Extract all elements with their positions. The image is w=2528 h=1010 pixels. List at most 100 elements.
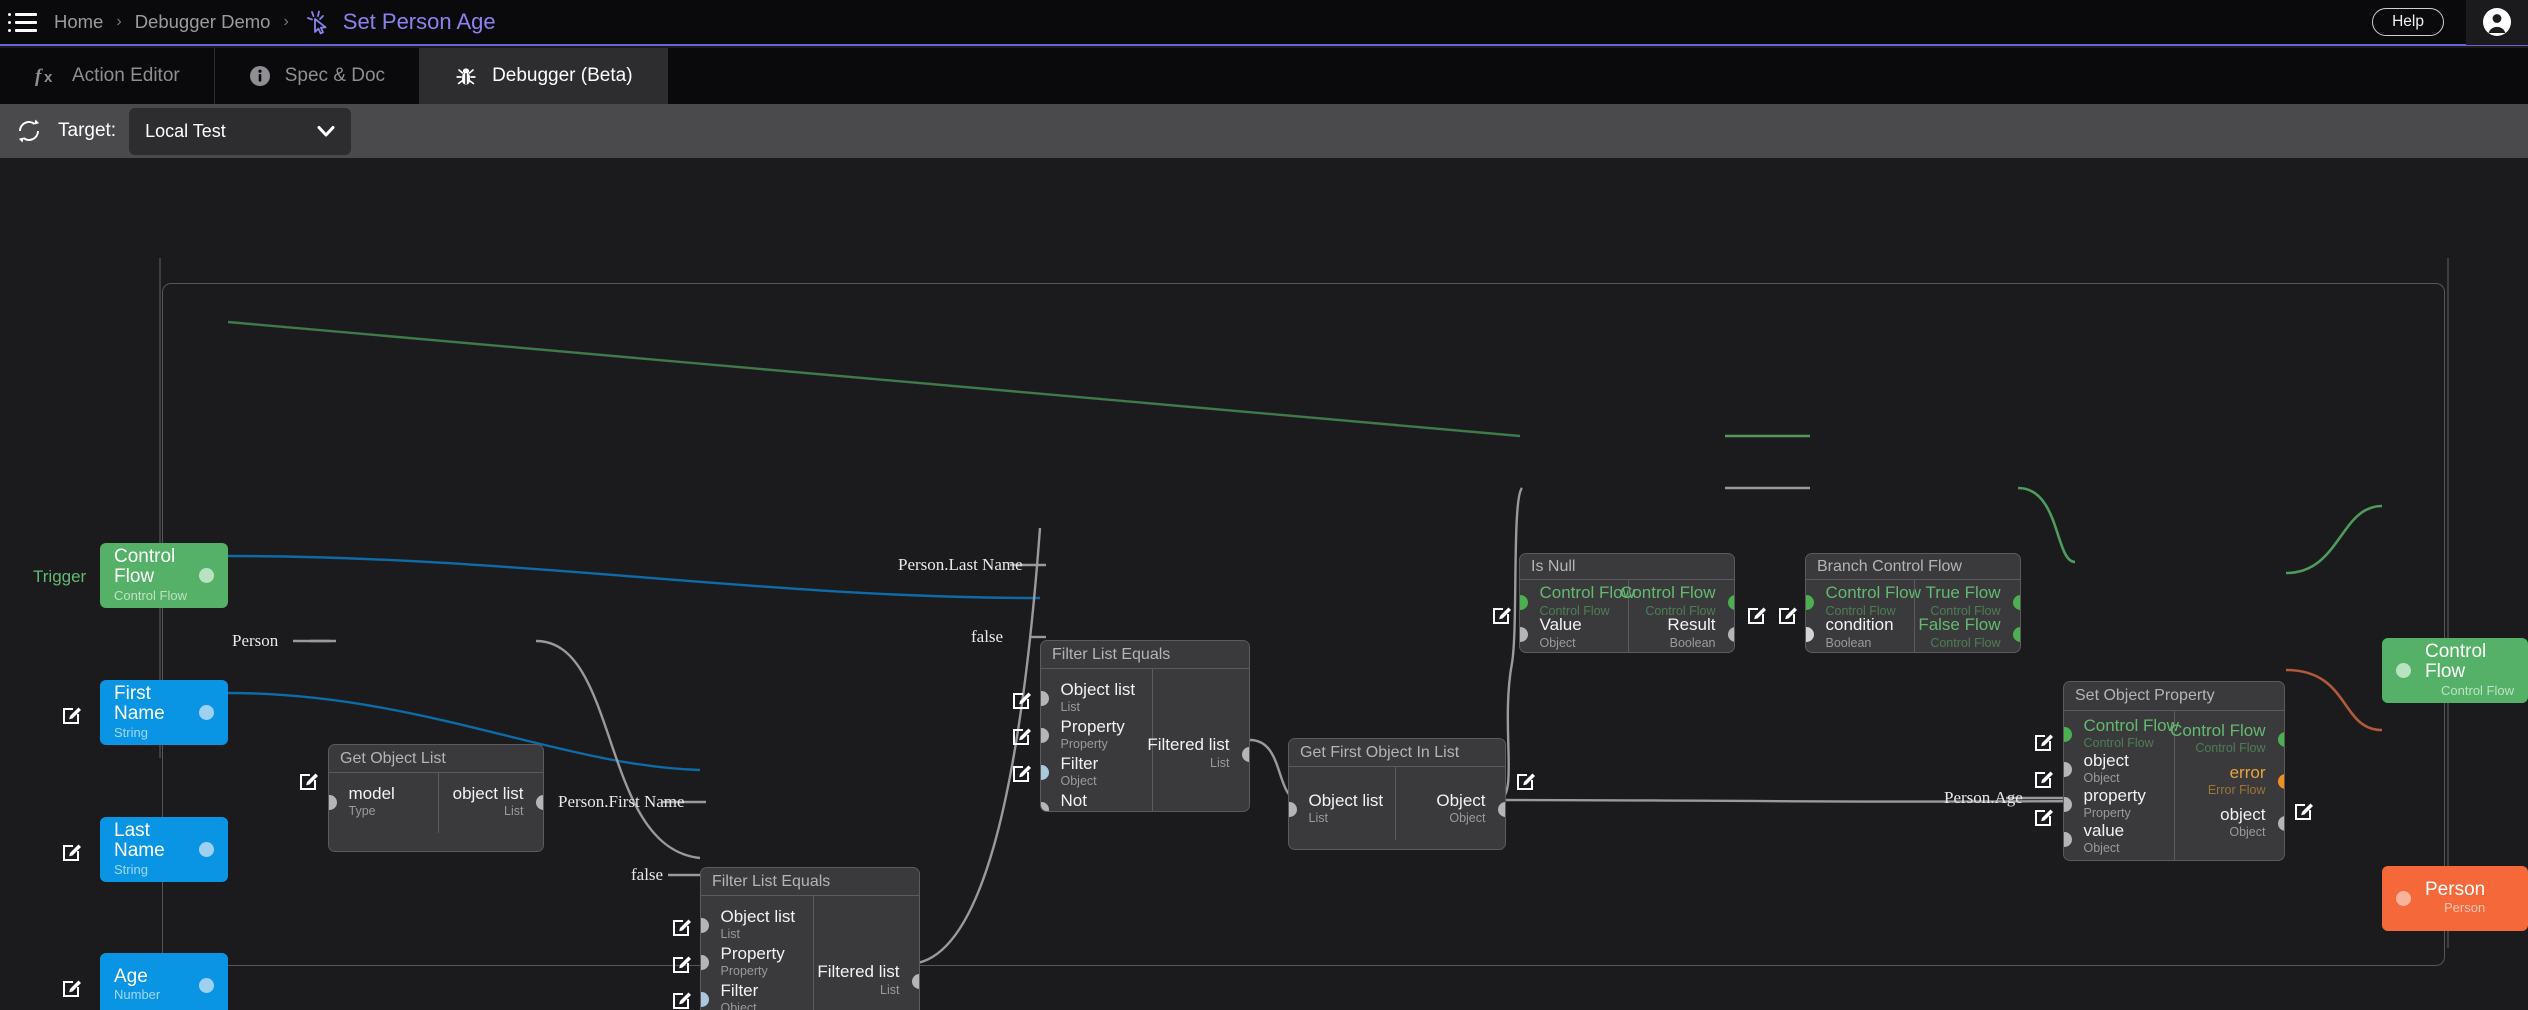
port-filtered-list[interactable]: Filtered list List: [814, 963, 919, 1000]
node-get-object-list[interactable]: Get Object List model Type object list L…: [328, 744, 544, 852]
output-port-dot[interactable]: [199, 842, 214, 857]
port-dot[interactable]: [1040, 728, 1049, 743]
port-model[interactable]: model Type: [329, 784, 438, 821]
port-dot[interactable]: [1728, 595, 1736, 610]
edit-icon[interactable]: [2293, 800, 2315, 822]
breadcrumb-home[interactable]: Home: [52, 11, 105, 33]
port-dot[interactable]: [2063, 727, 2072, 742]
refresh-icon[interactable]: [14, 116, 44, 146]
node-filter-list-equals-bottom[interactable]: Filter List Equals Object list List Prop…: [700, 867, 920, 1010]
node-set-object-property[interactable]: Set Object Property Control Flow Control…: [2063, 681, 2285, 861]
port-control-flow-in[interactable]: Control Flow Control Flow: [1806, 586, 1914, 618]
port-object-out[interactable]: object Object: [2175, 806, 2285, 841]
port-control-flow-in[interactable]: Control Flow Control Flow: [2064, 717, 2174, 752]
edit-icon[interactable]: [298, 770, 320, 792]
edit-icon[interactable]: [1491, 604, 1513, 626]
port-dot[interactable]: [1040, 765, 1049, 780]
edit-icon[interactable]: [61, 841, 83, 863]
output-port-dot[interactable]: [199, 978, 214, 993]
port-dot[interactable]: [2278, 816, 2286, 831]
port-result[interactable]: Result Boolean: [1629, 618, 1735, 650]
port-value[interactable]: Value Object: [1520, 618, 1628, 650]
node-output-control-flow[interactable]: Control Flow Control Flow: [2382, 638, 2528, 703]
edit-icon[interactable]: [1515, 770, 1537, 792]
port-false-flow[interactable]: False Flow Control Flow: [1915, 618, 2020, 650]
node-is-null[interactable]: Is Null Control Flow Control Flow Value …: [1519, 553, 1735, 653]
port-object-in[interactable]: object Object: [2064, 752, 2174, 787]
port-dot[interactable]: [1805, 627, 1814, 642]
port-dot[interactable]: [536, 795, 545, 810]
edit-icon[interactable]: [671, 953, 693, 975]
port-dot[interactable]: [1519, 627, 1528, 642]
input-port-dot[interactable]: [2396, 663, 2411, 678]
port-control-flow-out[interactable]: Control Flow Control Flow: [1629, 586, 1735, 618]
port-condition[interactable]: condition Boolean: [1806, 618, 1914, 650]
port-dot[interactable]: [2278, 774, 2286, 789]
node-branch-control-flow[interactable]: Branch Control Flow Control Flow Control…: [1805, 553, 2021, 653]
edit-icon[interactable]: [671, 989, 693, 1010]
edit-icon[interactable]: [1011, 762, 1033, 784]
port-dot[interactable]: [912, 974, 921, 989]
edit-icon[interactable]: [2033, 731, 2055, 753]
port-dot[interactable]: [1040, 691, 1049, 706]
breadcrumb-debugger-demo[interactable]: Debugger Demo: [133, 11, 273, 33]
port-object-list[interactable]: object list List: [439, 784, 543, 821]
port-dot[interactable]: [1519, 595, 1528, 610]
edit-icon[interactable]: [61, 704, 83, 726]
account-avatar-icon[interactable]: [2466, 0, 2528, 45]
port-dot[interactable]: [2278, 732, 2286, 747]
node-filter-list-equals-top[interactable]: Filter List Equals Object list List Prop…: [1040, 640, 1250, 812]
edit-icon[interactable]: [61, 977, 83, 999]
port-dot[interactable]: [1288, 802, 1297, 817]
tab-action-editor[interactable]: f x Action Editor: [0, 48, 215, 104]
port-dot[interactable]: [1242, 747, 1251, 762]
tab-debugger-beta[interactable]: Debugger (Beta): [420, 48, 667, 104]
port-dot[interactable]: [2013, 595, 2022, 610]
port-dot[interactable]: [328, 795, 337, 810]
port-dot[interactable]: [2013, 627, 2022, 642]
edit-icon[interactable]: [671, 916, 693, 938]
hamburger-menu-icon[interactable]: [0, 0, 52, 45]
port-object-list[interactable]: Object list List: [701, 907, 813, 944]
node-last-name[interactable]: Last Name String: [100, 817, 228, 882]
port-dot[interactable]: [700, 918, 709, 933]
port-property[interactable]: property Property: [2064, 787, 2174, 822]
port-error-flow[interactable]: error Error Flow: [2175, 764, 2285, 799]
port-object-list[interactable]: Object list List: [1041, 680, 1152, 717]
port-property[interactable]: Property Property: [701, 944, 813, 981]
edit-icon[interactable]: [1011, 689, 1033, 711]
port-true-flow[interactable]: True Flow Control Flow: [1915, 586, 2020, 618]
graph-canvas[interactable]: Control Flow Control Flow Trigger First …: [0, 158, 2528, 1010]
port-value[interactable]: value Object: [2064, 822, 2174, 857]
port-dot[interactable]: [1498, 802, 1507, 817]
port-dot[interactable]: [1805, 595, 1814, 610]
output-port-dot[interactable]: [199, 705, 214, 720]
edit-icon[interactable]: [2033, 768, 2055, 790]
port-object-list[interactable]: Object list List: [1289, 791, 1395, 828]
help-button[interactable]: Help: [2372, 8, 2444, 36]
port-dot[interactable]: [1728, 627, 1736, 642]
port-dot[interactable]: [700, 955, 709, 970]
port-object[interactable]: Object Object: [1396, 791, 1505, 828]
target-select[interactable]: Local Test: [129, 108, 351, 155]
port-filtered-list[interactable]: Filtered list List: [1153, 736, 1249, 773]
port-dot[interactable]: [2063, 797, 2072, 812]
port-not[interactable]: Not Boolean: [1041, 791, 1152, 812]
port-dot[interactable]: [700, 992, 709, 1007]
port-property[interactable]: Property Property: [1041, 717, 1152, 754]
output-port-dot[interactable]: [199, 568, 214, 583]
edit-icon[interactable]: [1777, 604, 1799, 626]
node-output-person[interactable]: Person Person: [2382, 866, 2528, 931]
port-dot[interactable]: [2063, 832, 2072, 847]
tab-spec-and-doc[interactable]: Spec & Doc: [215, 48, 420, 104]
node-age[interactable]: Age Number: [100, 953, 228, 1010]
node-get-first-object-in-list[interactable]: Get First Object In List Object list Lis…: [1288, 738, 1506, 850]
edit-icon[interactable]: [1746, 604, 1768, 626]
port-dot[interactable]: [2063, 762, 2072, 777]
edit-icon[interactable]: [1011, 725, 1033, 747]
port-control-flow-out[interactable]: Control Flow Control Flow: [2175, 722, 2285, 757]
port-filter[interactable]: Filter Object: [1041, 754, 1152, 791]
edit-icon[interactable]: [2033, 806, 2055, 828]
port-control-flow-in[interactable]: Control Flow Control Flow: [1520, 586, 1628, 618]
port-filter[interactable]: Filter Object: [701, 981, 813, 1010]
